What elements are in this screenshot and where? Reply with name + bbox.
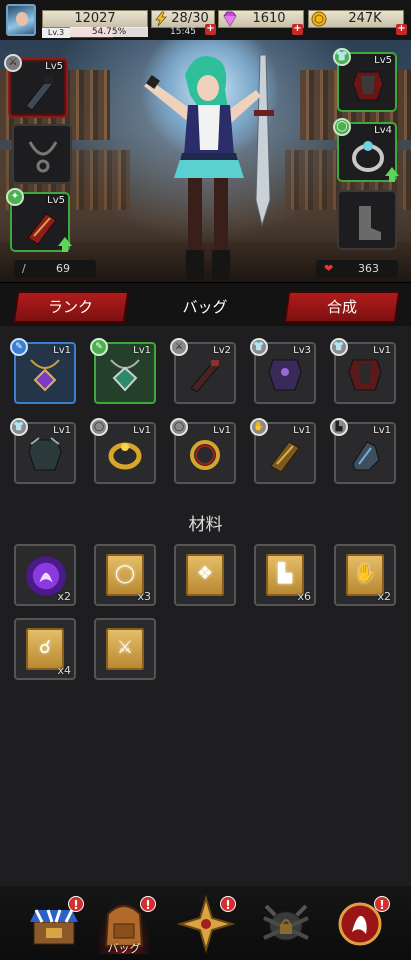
tab-bar: ランク バッグ 合成 [0,282,411,326]
inventory-item[interactable]: 👕 Lv1 [330,338,396,404]
gems-plus-button[interactable]: + [292,24,303,35]
material-item[interactable]: ▙ x6 [254,544,316,606]
material-item[interactable]: ✋ x2 [334,544,396,606]
shop-alert-icon: ! [68,896,84,912]
exp-percent: 54.75% [70,27,148,37]
nav-shop[interactable]: ! [24,894,84,954]
inventory-item[interactable]: ✋ Lv1 [250,418,316,484]
upgrade-arrow-icon [58,237,72,252]
inventory-item[interactable]: ✎ Lv1 [10,338,76,404]
inventory-item[interactable]: 👕 Lv3 [250,338,316,404]
hp-stat: ❤ 363 [316,260,398,278]
material-item[interactable]: ☌ x4 [14,618,76,680]
bottom-nav: ! ! バッグ ! ! [0,886,411,960]
heart-icon: ❤ [324,262,334,275]
locked-helmet-icon [263,904,309,941]
green-amulet-icon [110,359,140,392]
equip-slot-weapon[interactable]: ⚔ Lv5 [4,54,68,118]
nav-hero[interactable]: ! [176,894,236,954]
red-armor-icon [352,71,384,101]
gem-icon [223,11,237,27]
power-value: 12027 [74,11,116,26]
gauntlet-weapon-icon [25,76,55,111]
equip-slot-boots[interactable] [337,190,397,250]
inventory-item[interactable]: 👕 Lv1 [10,418,76,484]
upgrade-arrow-icon [385,167,399,182]
steel-boots-icon [352,441,380,471]
hero-alert-icon: ! [220,896,236,912]
gold-plus-button[interactable]: + [396,24,407,35]
coin-icon [311,11,327,27]
top-status-bar: 12027 Lv.3 54.75% 28/30 15:45 + 1610 + 2… [0,0,411,40]
battle-alert-icon: ! [374,896,390,912]
armor-scroll-icon: ❖ [186,554,224,596]
equip-slot-ring[interactable]: ◯ Lv4 [333,118,399,182]
tab-rank[interactable]: ランク [12,291,130,323]
nav-battle[interactable]: ! [330,894,390,954]
equip-slot-gauntlet[interactable]: ✦ Lv5 [6,188,72,252]
gold-gauntlet-icon [270,441,300,473]
material-item[interactable]: x2 [14,544,76,606]
player-level: Lv.3 [42,28,70,38]
red-armor-icon [348,359,382,391]
ruby-ring-icon [190,440,220,470]
hp-value: 363 [358,262,379,275]
material-item[interactable]: ◯ x3 [94,544,156,606]
material-item[interactable]: ❖ [174,544,236,606]
tab-bag[interactable]: バッグ [150,291,260,323]
tab-synthesis[interactable]: 合成 [283,291,401,323]
attack-stat: ∕ 69 [14,260,96,278]
boots-icon [359,206,381,240]
equip-slot-necklace[interactable] [12,124,72,184]
purple-amulet-icon [30,359,60,392]
necklace-icon [28,141,58,173]
materials-title: 材料 [188,515,223,535]
player-avatar[interactable] [6,4,36,36]
gold-value: 247K [348,11,382,26]
material-quantity: x3 [137,590,151,603]
nav-locked[interactable] [256,894,316,954]
purple-armor-icon [268,359,302,391]
weapon-scroll-icon: ⚔ [106,628,144,670]
gems-value: 1610 [252,11,286,26]
dark-armor-icon [28,437,62,471]
material-quantity: x6 [297,590,311,603]
inventory-item[interactable]: ◯ Lv1 [170,418,236,484]
red-gauntlet-icon [27,213,57,245]
inventory-item[interactable]: ✎ Lv1 [90,338,156,404]
material-quantity: x2 [377,590,391,603]
hero-character[interactable] [130,50,280,282]
stamina-plus-button[interactable]: + [205,24,216,35]
inventory-panel: ✎ Lv1 ✎ Lv1 ⚔ Lv2 👕 Lv3 👕 Lv1 👕 Lv1 ◯ Lv… [0,326,411,886]
material-quantity: x2 [57,590,71,603]
nav-bag-label: バッグ [107,942,141,955]
material-quantity: x4 [57,664,71,677]
gold-ring-icon [108,442,142,470]
hero-scene: ⚔ Lv5 ✦ Lv5 👕 Lv5 ◯ Lv4 ∕ 69 ❤ 363 [0,30,411,282]
lightning-icon [155,11,167,27]
inventory-item[interactable]: ◯ Lv1 [90,418,156,484]
nav-bag[interactable]: ! バッグ [94,894,156,955]
attack-value: 69 [56,262,70,275]
silver-ring-icon [352,141,384,172]
inventory-item[interactable]: ⚔ Lv2 [170,338,236,404]
dark-blade-icon [190,360,220,393]
dagger-icon: ∕ [22,262,26,275]
stamina-timer: 15:45 [170,27,196,37]
bag-alert-icon: ! [140,896,156,912]
inventory-item[interactable]: ▙ Lv1 [330,418,396,484]
equip-slot-armor[interactable]: 👕 Lv5 [333,48,397,112]
material-item[interactable]: ⚔ [94,618,156,680]
power-display: 12027 [42,10,148,28]
